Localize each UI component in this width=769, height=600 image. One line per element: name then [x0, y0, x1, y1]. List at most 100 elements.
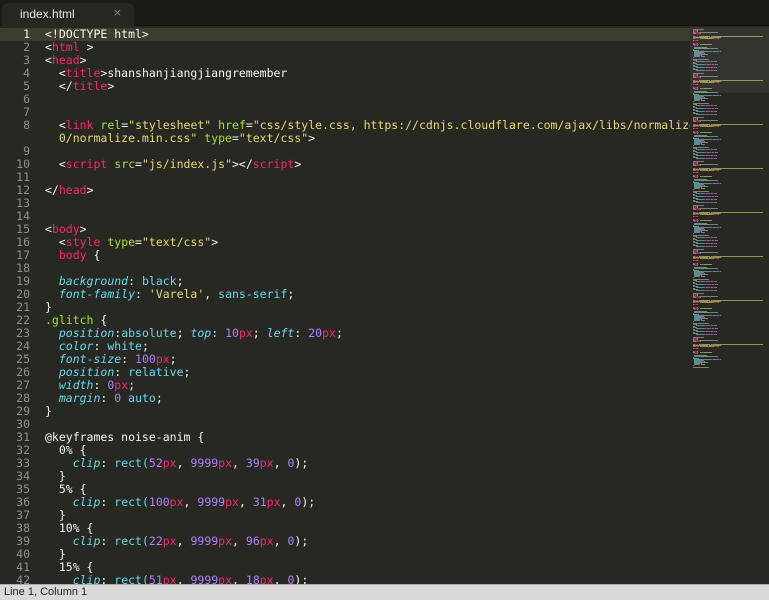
minimap-token — [704, 188, 705, 189]
minimap-token — [693, 365, 694, 366]
minimap-token — [700, 297, 701, 298]
minimap-token — [693, 277, 694, 278]
minimap-token — [718, 82, 719, 83]
minimap-token — [699, 232, 700, 233]
minimap-token — [716, 237, 717, 238]
minimap-token — [697, 348, 698, 349]
minimap-token — [717, 284, 718, 285]
code-line: clip: rect(100px, 9999px, 31px, 0); — [72, 495, 316, 509]
minimap-token — [716, 202, 717, 203]
line-number: 8 — [23, 118, 30, 132]
tab-index-html[interactable]: index.html × — [2, 3, 134, 26]
code-line: clip: rect(52px, 9999px, 39px, 0); — [72, 456, 309, 470]
code-line: </title> — [45, 79, 115, 93]
minimap-token — [695, 82, 699, 83]
minimap-token — [699, 32, 718, 33]
status-bar: Line 1, Column 1 — [0, 584, 769, 600]
code-area[interactable]: <!DOCTYPE html> <html > <head> <title>shan… — [45, 27, 690, 585]
minimap-token — [715, 80, 763, 81]
minimap-token — [695, 346, 699, 347]
minimap-token — [720, 227, 721, 228]
minimap-token — [720, 37, 721, 38]
code-editor[interactable]: 1 2 3 4 5 6 7 8 9 10 11 12 13 14 15 16 17 18 19 20 21 22 23 24 2… — [0, 27, 690, 584]
minimap-token — [695, 38, 699, 39]
minimap-token — [707, 362, 708, 363]
minimap-token — [697, 260, 698, 261]
code-line: 0/normalize.min.css" type="text/css"> — [45, 131, 316, 145]
minimap-token — [716, 281, 717, 282]
minimap-token — [710, 180, 717, 181]
code-line: clip: rect(22px, 9999px, 96px, 0); — [72, 534, 309, 548]
minimap-token — [703, 346, 712, 347]
minimap-token — [697, 221, 698, 222]
minimap-token — [707, 142, 708, 143]
minimap-token — [699, 188, 700, 189]
minimap-token — [710, 312, 717, 313]
minimap-token — [697, 172, 698, 173]
minimap-token — [716, 199, 717, 200]
minimap-token — [704, 220, 711, 221]
minimap-token — [720, 95, 721, 96]
minimap-token — [699, 252, 718, 253]
minimap-token — [699, 120, 718, 121]
minimap-token — [700, 165, 701, 166]
minimap-token — [720, 301, 721, 302]
minimap-token — [693, 233, 694, 234]
minimap-token — [704, 132, 711, 133]
minimap-token — [703, 126, 712, 127]
minimap-token — [720, 169, 721, 170]
minimap-token — [716, 111, 717, 112]
minimap-token — [716, 325, 717, 326]
minimap-token — [693, 367, 709, 368]
minimap-token — [703, 38, 712, 39]
minimap-token — [694, 312, 702, 313]
minimap-token — [720, 315, 721, 316]
minimap-token — [704, 352, 711, 353]
minimap-token — [704, 232, 705, 233]
minimap-token — [715, 300, 763, 301]
minimap-token — [711, 352, 712, 353]
minimap-token — [711, 220, 712, 221]
minimap-token — [710, 48, 717, 49]
minimap-token — [716, 67, 717, 68]
minimap-token — [717, 92, 718, 93]
minimap-token — [718, 170, 719, 171]
minimap-token — [716, 287, 717, 288]
minimap-token — [699, 76, 718, 77]
code-line: font-family: 'Varela', sans-serif; — [58, 287, 295, 301]
minimap-token — [704, 320, 705, 321]
minimap-token — [699, 164, 718, 165]
minimap-token — [718, 38, 719, 39]
minimap-token — [720, 51, 721, 52]
minimap-token — [717, 312, 718, 313]
line-number-gutter: 1 2 3 4 5 6 7 8 9 10 11 12 13 14 15 16 17 18 19 20 21 22 23 24 2… — [0, 27, 38, 585]
minimap-token — [715, 256, 763, 257]
code-line: clip: rect(51px, 9999px, 18px, 0); — [72, 573, 309, 585]
minimap-token — [716, 105, 717, 106]
minimap-token — [716, 61, 717, 62]
minimap-token — [704, 308, 711, 309]
minimap-token — [697, 40, 698, 41]
minimap-token — [697, 304, 698, 305]
tab-title[interactable]: index.html — [20, 7, 75, 21]
minimap-token — [711, 132, 712, 133]
minimap-token — [700, 253, 701, 254]
minimap-token — [720, 271, 721, 272]
minimap-token — [717, 356, 718, 357]
minimap-token — [707, 54, 708, 55]
minimap-token — [711, 88, 712, 89]
minimap-token — [695, 126, 699, 127]
minimap-token — [703, 302, 712, 303]
close-icon[interactable]: × — [113, 6, 122, 19]
minimap[interactable] — [690, 27, 769, 584]
minimap-token — [694, 92, 702, 93]
minimap-token — [717, 108, 718, 109]
minimap-token — [699, 296, 718, 297]
minimap-token — [717, 64, 718, 65]
minimap-token — [717, 224, 718, 225]
minimap-token — [716, 331, 717, 332]
minimap-token — [697, 84, 698, 85]
minimap-token — [710, 356, 717, 357]
minimap-token — [717, 152, 718, 153]
minimap-token — [716, 193, 717, 194]
